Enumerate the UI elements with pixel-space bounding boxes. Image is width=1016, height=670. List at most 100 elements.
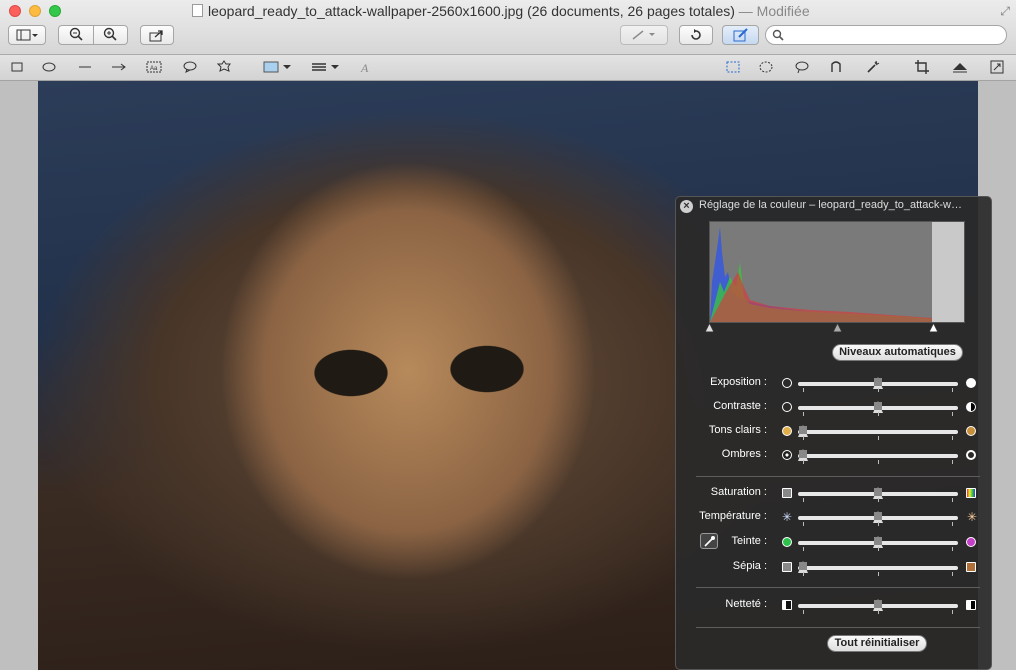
- instant-alpha-icon[interactable]: [864, 59, 882, 75]
- slider-row-shadows: Ombres :: [676, 446, 993, 466]
- zoom-window-button[interactable]: [49, 5, 61, 17]
- slider-tick: [803, 610, 804, 614]
- slider-ticks: [798, 388, 958, 392]
- zoom-controls: [58, 25, 128, 45]
- shadows-slider[interactable]: [798, 449, 958, 461]
- adjust-color-icon[interactable]: [951, 59, 969, 75]
- search-icon: [772, 29, 784, 41]
- slider-tick: [877, 610, 879, 614]
- exposure-label: Exposition :: [710, 376, 767, 388]
- slider-tick: [877, 572, 879, 576]
- close-window-button[interactable]: [9, 5, 21, 17]
- zoom-in-icon[interactable]: [93, 27, 127, 44]
- midtone-handle[interactable]: [833, 323, 842, 332]
- speech-bubble-icon[interactable]: [181, 59, 199, 75]
- slider-ticks: [798, 412, 958, 416]
- highlights-slider[interactable]: [798, 425, 958, 437]
- search-input[interactable]: [788, 27, 1002, 45]
- text-box-icon[interactable]: Aa: [145, 59, 163, 75]
- line-shape-icon[interactable]: [76, 59, 94, 75]
- slider-ticks: [798, 610, 958, 614]
- crop-icon[interactable]: [913, 59, 931, 75]
- slider-tick: [952, 547, 953, 551]
- rectangular-selection-icon[interactable]: [724, 59, 742, 75]
- sepia-slider[interactable]: [798, 561, 958, 573]
- exposure-high-icon: [966, 378, 976, 388]
- highlights-high-icon: [966, 426, 976, 436]
- slider-tick: [952, 436, 953, 440]
- smart-lasso-icon[interactable]: [827, 59, 845, 75]
- zoom-out-icon[interactable]: [59, 27, 93, 44]
- slider-tick: [803, 460, 804, 464]
- fullscreen-icon[interactable]: ⤢: [1000, 4, 1010, 19]
- slider-ticks: [798, 547, 958, 551]
- window-title: leopard_ready_to_attack-wallpaper-2560x1…: [208, 3, 810, 19]
- slider-tick: [803, 412, 804, 416]
- panel-separator: [696, 476, 980, 477]
- sharpness-high-icon: [966, 600, 976, 610]
- tint-slider[interactable]: [798, 536, 958, 548]
- sepia-low-icon: [782, 562, 792, 572]
- temperature-cold-icon: ✳: [781, 510, 793, 524]
- line-style-icon[interactable]: [310, 59, 342, 75]
- svg-text:Aa: Aa: [150, 66, 158, 72]
- sharpness-slider[interactable]: [798, 599, 958, 611]
- saturation-label: Saturation :: [710, 486, 767, 498]
- slider-tick: [877, 547, 879, 551]
- view-mode-button[interactable]: [8, 25, 46, 45]
- slider-tick: [952, 498, 953, 502]
- signature-button[interactable]: [620, 25, 668, 45]
- reset-all-button[interactable]: Tout réinitialiser: [827, 635, 927, 652]
- histogram: [709, 221, 965, 323]
- contrast-high-icon: [966, 402, 976, 412]
- arrow-shape-icon[interactable]: [110, 59, 128, 75]
- temperature-slider[interactable]: [798, 511, 958, 523]
- elliptical-selection-icon[interactable]: [757, 59, 775, 75]
- share-button[interactable]: [140, 25, 174, 45]
- search-field[interactable]: [765, 25, 1007, 45]
- slider-row-tint: Teinte :: [676, 533, 993, 553]
- eyedropper-button[interactable]: [700, 533, 718, 549]
- contrast-label: Contraste :: [713, 400, 767, 412]
- tint-label: Teinte :: [731, 535, 767, 547]
- slider-tick: [952, 412, 953, 416]
- contrast-low-icon: [782, 402, 792, 412]
- markup-toolbar-button[interactable]: [722, 25, 759, 45]
- color-adjust-panel: × Réglage de la couleur – leopard_ready_…: [675, 196, 992, 670]
- white-point-handle[interactable]: [929, 323, 938, 332]
- oval-shape-icon[interactable]: [40, 59, 58, 75]
- adjust-size-icon[interactable]: [988, 59, 1006, 75]
- shadows-low-icon: [782, 450, 792, 460]
- rectangle-shape-icon[interactable]: [8, 59, 26, 75]
- star-shape-icon[interactable]: [215, 59, 233, 75]
- panel-separator: [696, 587, 980, 588]
- lasso-selection-icon[interactable]: [793, 59, 811, 75]
- markup-toolbar: Aa A: [0, 55, 1016, 81]
- slider-tick: [803, 522, 804, 526]
- slider-ticks: [798, 460, 958, 464]
- saturation-high-icon: [966, 488, 976, 498]
- text-style-icon[interactable]: A: [356, 59, 374, 75]
- close-panel-icon[interactable]: ×: [680, 200, 693, 213]
- black-point-handle[interactable]: [705, 323, 714, 332]
- sepia-high-icon: [966, 562, 976, 572]
- signature-icon: [632, 30, 655, 40]
- preview-window: leopard_ready_to_attack-wallpaper-2560x1…: [0, 0, 1016, 670]
- slider-row-contrast: Contraste :: [676, 398, 993, 418]
- auto-levels-button[interactable]: Niveaux automatiques: [832, 344, 963, 361]
- contrast-slider[interactable]: [798, 401, 958, 413]
- highlights-label: Tons clairs :: [708, 424, 767, 436]
- shadows-high-icon: [966, 450, 976, 460]
- exposure-slider[interactable]: [798, 377, 958, 389]
- slider-tick: [877, 522, 879, 526]
- tint-green-icon: [782, 537, 792, 547]
- slider-tick: [952, 388, 953, 392]
- fill-color-icon[interactable]: [262, 59, 294, 75]
- slider-row-highlights: Tons clairs :: [676, 422, 993, 442]
- rotate-button[interactable]: [679, 25, 713, 45]
- tint-magenta-icon: [966, 537, 976, 547]
- exposure-low-icon: [782, 378, 792, 388]
- minimize-window-button[interactable]: [29, 5, 41, 17]
- pen-edit-icon: [733, 28, 748, 42]
- saturation-slider[interactable]: [798, 487, 958, 499]
